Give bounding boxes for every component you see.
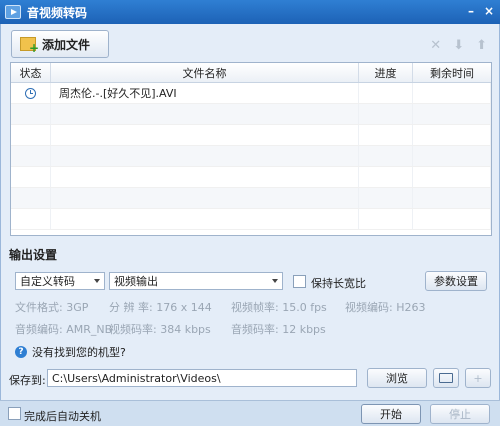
list-toolbar: ✕ ⬇ ⬆ [430,38,487,53]
info-video-bitrate: 视频码率: 384 kbps [109,323,211,336]
info-audio-codec: 音频编码: AMR_NB [15,323,113,336]
window-title: 音视频转码 [27,5,88,20]
list-row[interactable]: 周杰伦.-.[好久不见].AVI [11,83,491,104]
list-header: 状态 文件名称 进度 剩余时间 [11,63,491,83]
format-value: 视频输出 [114,275,158,288]
start-button[interactable]: 开始 [361,404,421,424]
params-button[interactable]: 参数设置 [425,271,487,291]
add-file-label: 添加文件 [42,37,91,52]
folder-add-icon [20,37,39,55]
list-row-empty [11,104,491,125]
folder-icon [439,373,453,383]
save-path-input[interactable]: C:\Users\Administrator\Videos\ [47,369,357,387]
minimize-button[interactable]: – [468,3,474,19]
clock-icon [25,87,36,99]
close-button[interactable]: × [484,3,494,19]
info-file-format: 文件格式: 3GP [15,301,89,314]
preset-value: 自定义转码 [20,275,75,288]
keep-ratio-checkbox[interactable] [293,275,306,288]
file-name: 周杰伦.-.[好久不见].AVI [51,83,359,103]
open-folder-button[interactable] [433,368,459,388]
shutdown-checkbox[interactable] [8,407,21,420]
output-settings-title: 输出设置 [9,248,58,262]
remove-icon[interactable]: ✕ [430,38,441,53]
list-row-empty [11,125,491,146]
app-icon [5,5,21,19]
stop-button[interactable]: 停止 [430,404,490,424]
main-panel: 添加文件 ✕ ⬇ ⬆ 状态 文件名称 进度 剩余时间 周杰伦.-.[好久不见].… [0,24,500,400]
file-progress [359,83,413,103]
header-filename[interactable]: 文件名称 [51,63,359,82]
add-folder-button[interactable]: + [465,368,491,388]
header-progress[interactable]: 进度 [359,63,413,82]
list-row-empty [11,188,491,209]
browse-button[interactable]: 浏览 [367,368,427,388]
help-text: 没有找到您的机型? [32,346,126,359]
chevron-down-icon [94,279,100,283]
footer-bar: 完成后自动关机 开始 停止 [0,400,500,426]
file-remaining [413,83,491,103]
save-label: 保存到: [9,374,46,387]
list-row-empty [11,209,491,230]
shutdown-label: 完成后自动关机 [24,410,101,423]
help-icon: ? [15,346,27,358]
preset-select[interactable]: 自定义转码 [15,272,105,290]
header-status[interactable]: 状态 [11,63,51,82]
info-resolution: 分 辨 率: 176 x 144 [109,301,212,314]
help-link[interactable]: ? 没有找到您的机型? [15,344,126,360]
keep-ratio-label: 保持长宽比 [311,277,366,290]
title-bar: 音视频转码 – × [0,0,500,24]
info-audio-bitrate: 音频码率: 12 kbps [231,323,326,336]
header-remaining[interactable]: 剩余时间 [413,63,491,82]
file-list[interactable]: 状态 文件名称 进度 剩余时间 周杰伦.-.[好久不见].AVI [10,62,492,236]
list-row-empty [11,167,491,188]
info-frame-rate: 视频帧率: 15.0 fps [231,301,327,314]
add-file-button[interactable]: 添加文件 [11,30,109,58]
info-video-codec: 视频编码: H263 [345,301,426,314]
move-up-icon[interactable]: ⬆ [476,38,487,53]
format-select[interactable]: 视频输出 [109,272,283,290]
list-row-empty [11,146,491,167]
chevron-down-icon [272,279,278,283]
add-folder-icon: + [473,371,483,385]
move-down-icon[interactable]: ⬇ [453,38,464,53]
